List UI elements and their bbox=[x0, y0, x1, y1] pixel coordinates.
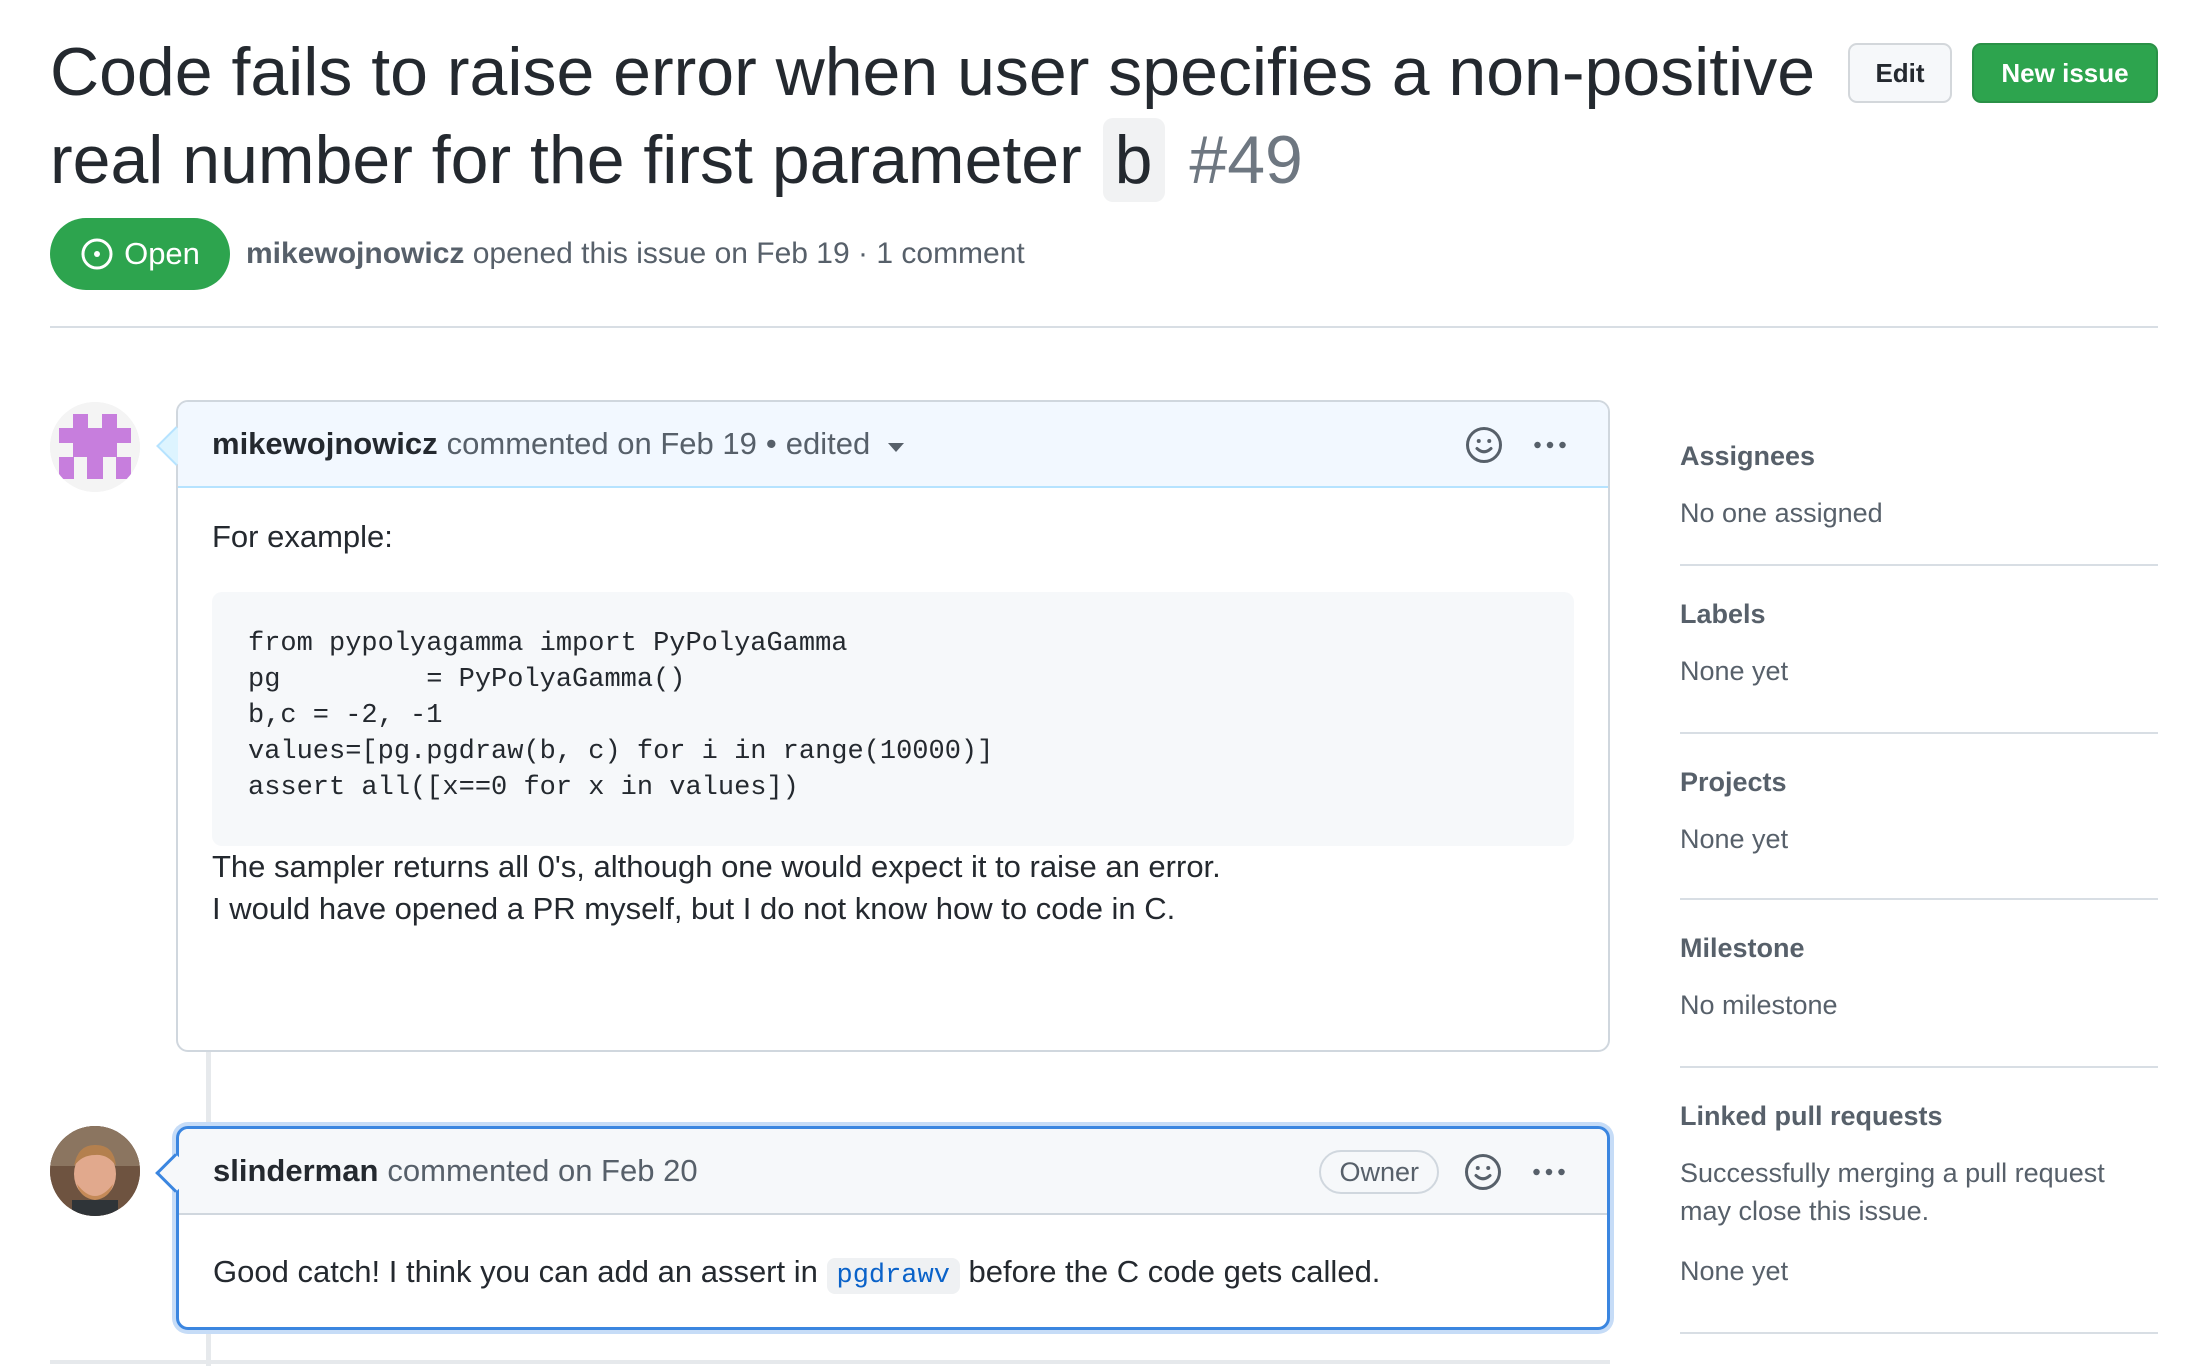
edit-button[interactable]: Edit bbox=[1848, 43, 1952, 103]
comment-2-text-before: Good catch! I think you can add an asser… bbox=[213, 1254, 818, 1289]
issue-state-badge: Open bbox=[50, 218, 230, 290]
sidebar-linked-prs-heading[interactable]: Linked pull requests bbox=[1680, 1096, 2158, 1136]
issue-opened-text: opened this issue on Feb 19 bbox=[472, 237, 850, 270]
comment-2-text-after: before the C code gets called. bbox=[968, 1254, 1381, 1289]
sidebar-linked-prs-description: Successfully merging a pull request may … bbox=[1680, 1158, 2105, 1226]
issue-opened-icon bbox=[80, 237, 114, 271]
sidebar-projects-value: None yet bbox=[1680, 824, 1789, 854]
comment-1-header: mikewojnowicz commented on Feb 19 • edit… bbox=[178, 402, 1608, 488]
comment-2-header: slinderman commented on Feb 20 Owner bbox=[179, 1129, 1607, 1215]
comment-2: slinderman commented on Feb 20 Owner Goo… bbox=[155, 1126, 1610, 1330]
sidebar-projects: Projects None yet bbox=[1680, 734, 2158, 900]
comment-1-intro: For example: bbox=[212, 519, 393, 554]
kebab-horizontal-icon[interactable] bbox=[1528, 423, 1572, 467]
sidebar-projects-heading[interactable]: Projects bbox=[1680, 762, 2158, 802]
comment-2-timestamp[interactable]: commented on Feb 20 bbox=[387, 1153, 697, 1189]
issue-page: Code fails to raise error when user spec… bbox=[0, 0, 2202, 1366]
timeline-divider bbox=[50, 1360, 1610, 1364]
sidebar-linked-prs-value: None yet bbox=[1680, 1256, 1789, 1286]
new-issue-button[interactable]: New issue bbox=[1972, 43, 2158, 103]
meta-separator: · bbox=[858, 237, 869, 270]
smiley-icon[interactable] bbox=[1462, 423, 1506, 467]
comment-1-timestamp[interactable]: commented on Feb 19 bbox=[447, 426, 757, 462]
comment-1-edited[interactable]: edited bbox=[786, 426, 870, 462]
comment-2-text: Good catch! I think you can add an asser… bbox=[213, 1251, 1573, 1297]
issue-title-code: b bbox=[1102, 118, 1165, 202]
issue-meta: mikewojnowicz opened this issue on Feb 1… bbox=[246, 233, 1025, 275]
code-block: from pypolyagamma import PyPolyaGamma pg… bbox=[212, 592, 1574, 846]
header-divider bbox=[50, 326, 2158, 328]
sidebar-milestone-heading[interactable]: Milestone bbox=[1680, 928, 2158, 968]
comment-1-author[interactable]: mikewojnowicz bbox=[212, 426, 438, 462]
issue-title-text: Code fails to raise error when user spec… bbox=[50, 34, 1816, 198]
smiley-icon[interactable] bbox=[1461, 1150, 1505, 1194]
avatar-mikewojnowicz[interactable] bbox=[50, 402, 140, 492]
avatar-slinderman[interactable] bbox=[50, 1126, 140, 1216]
issue-number: #49 bbox=[1189, 122, 1303, 198]
sidebar-labels-heading[interactable]: Labels bbox=[1680, 594, 2158, 634]
comment-1-body: For example: from pypolyagamma import Py… bbox=[178, 488, 1608, 930]
sidebar-labels: Labels None yet bbox=[1680, 566, 2158, 734]
comment-1: mikewojnowicz commented on Feb 19 • edit… bbox=[156, 400, 1610, 1052]
issue-state-label: Open bbox=[124, 236, 200, 271]
issue-comment-count: 1 comment bbox=[876, 237, 1025, 270]
comment-2-author[interactable]: slinderman bbox=[213, 1153, 378, 1189]
inline-code-pgdrawv: pgdrawv bbox=[826, 1258, 960, 1294]
issue-title: Code fails to raise error when user spec… bbox=[50, 28, 1830, 204]
sidebar-assignees-heading[interactable]: Assignees bbox=[1680, 436, 2158, 476]
sidebar-assignees: Assignees No one assigned bbox=[1680, 420, 2158, 566]
sidebar-milestone-value: No milestone bbox=[1680, 990, 1838, 1020]
comment-1-dot: • bbox=[765, 426, 777, 461]
triangle-down-icon[interactable] bbox=[888, 442, 905, 452]
comment-1-paragraph-1: The sampler returns all 0's, although on… bbox=[212, 849, 1221, 884]
owner-badge: Owner bbox=[1319, 1150, 1439, 1194]
sidebar-labels-value: None yet bbox=[1680, 656, 1789, 686]
sidebar-linked-prs: Linked pull requests Successfully mergin… bbox=[1680, 1068, 2158, 1334]
comment-1-paragraph-2: I would have opened a PR myself, but I d… bbox=[212, 891, 1176, 926]
comment-2-body: Good catch! I think you can add an asser… bbox=[179, 1215, 1607, 1297]
issue-author-link[interactable]: mikewojnowicz bbox=[246, 237, 464, 270]
kebab-horizontal-icon[interactable] bbox=[1527, 1150, 1571, 1194]
issue-sidebar: Assignees No one assigned Labels None ye… bbox=[1680, 420, 2158, 1334]
sidebar-assignees-value: No one assigned bbox=[1680, 498, 1883, 528]
sidebar-milestone: Milestone No milestone bbox=[1680, 900, 2158, 1068]
